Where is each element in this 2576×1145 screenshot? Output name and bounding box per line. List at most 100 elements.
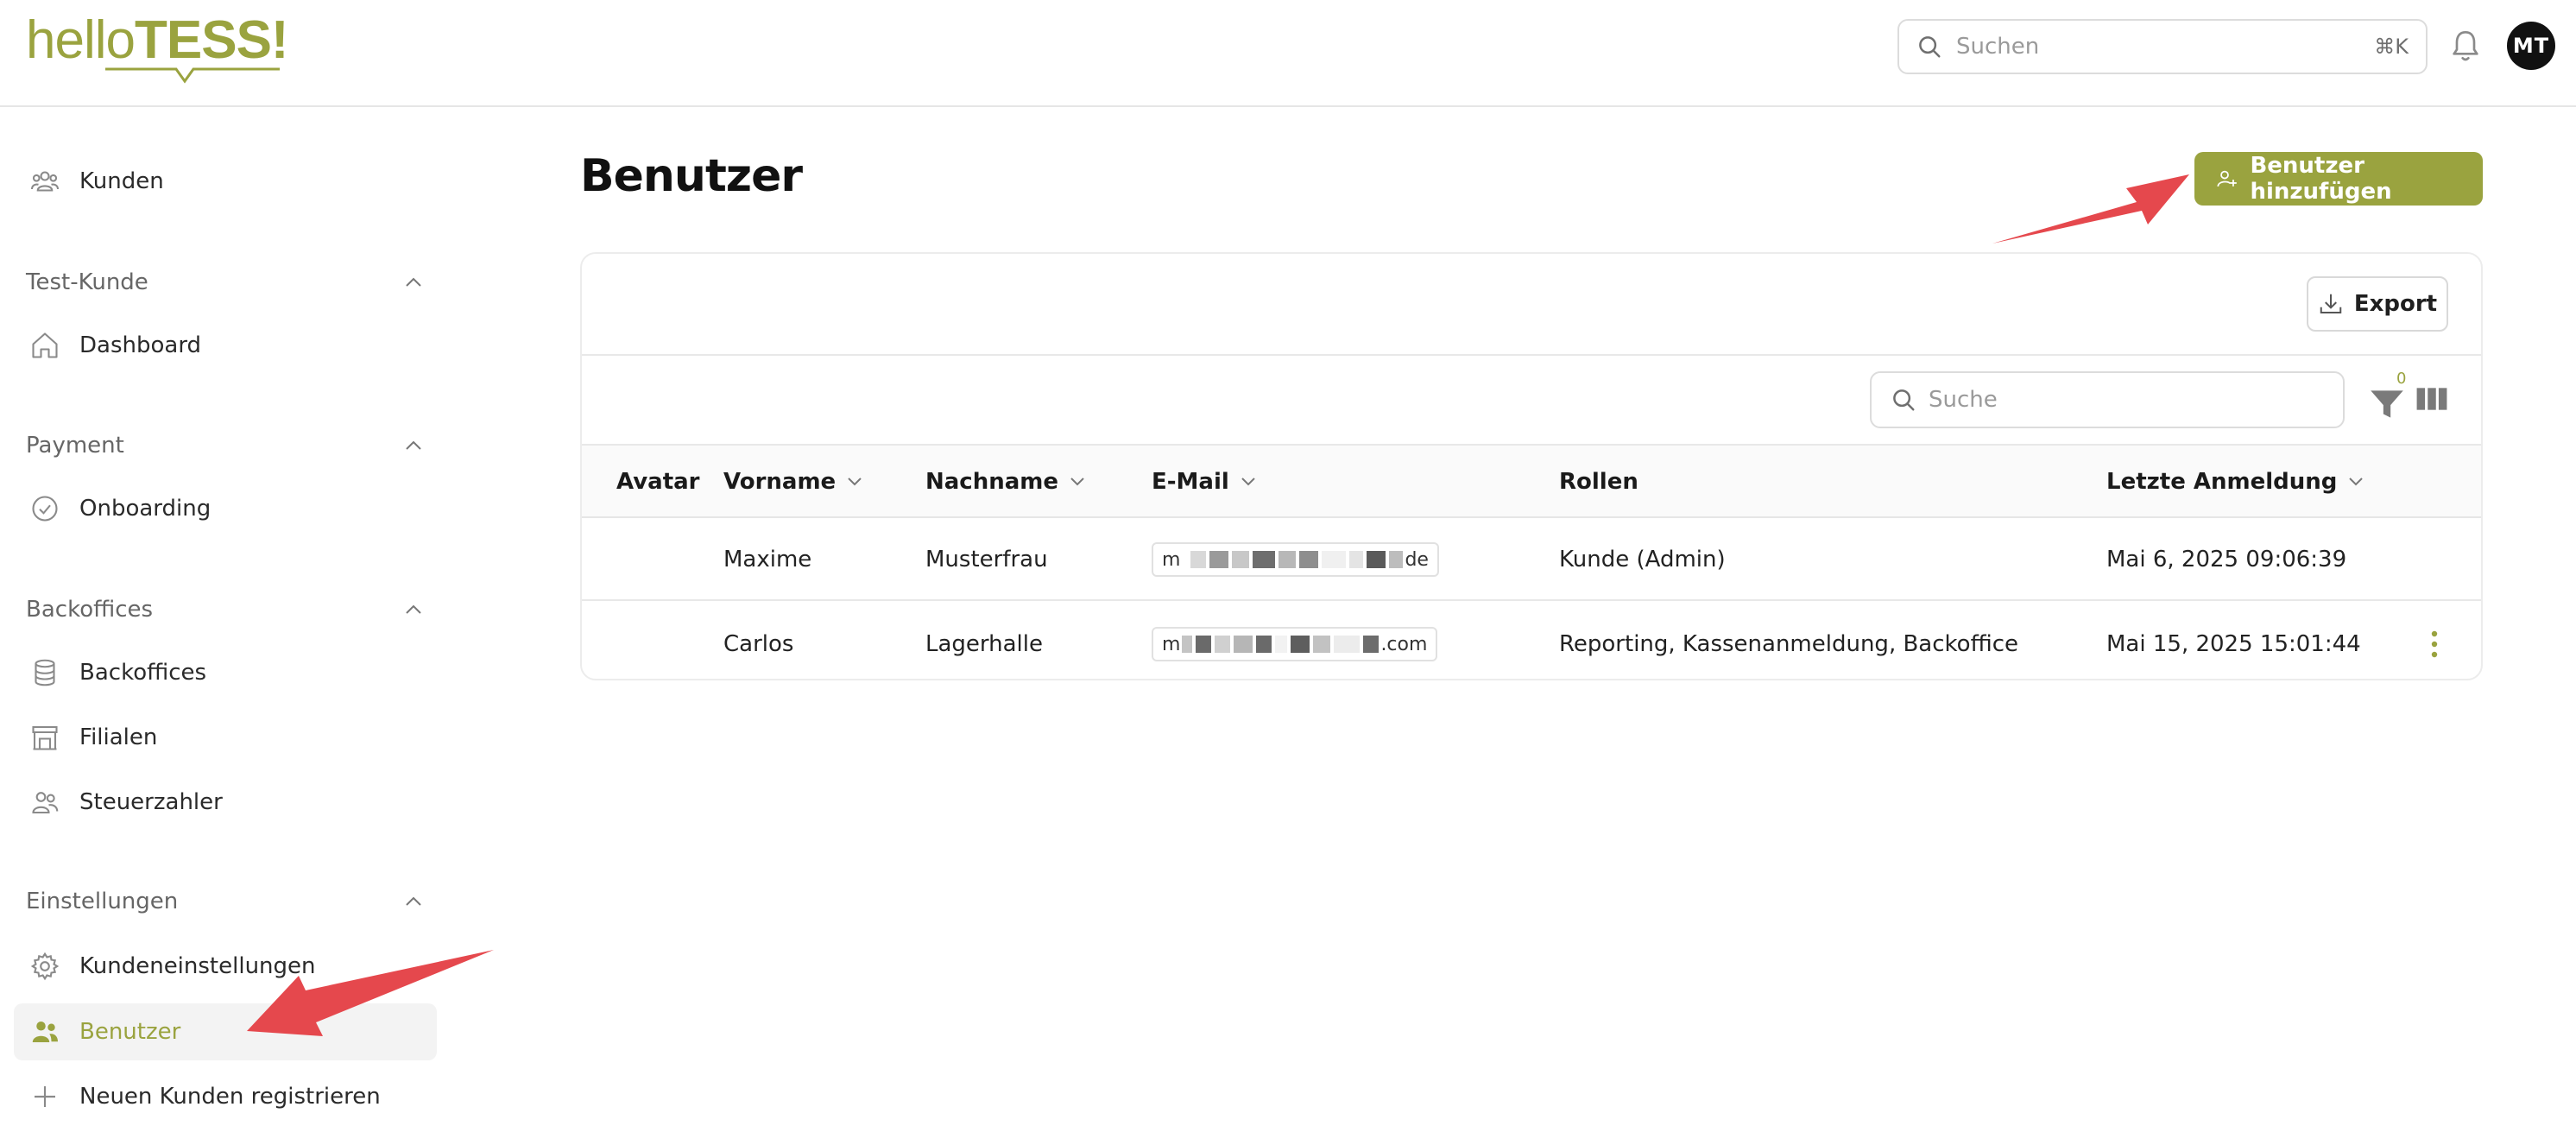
table-toolbar: Export (582, 254, 2481, 356)
chevron-up-icon (406, 604, 421, 614)
email-redaction-blur (1180, 636, 1380, 653)
sidebar-item-backoffices[interactable]: Backoffices (14, 644, 437, 701)
database-icon (28, 655, 62, 690)
more-vertical-icon[interactable] (2426, 627, 2443, 661)
column-header-label: Avatar (616, 469, 700, 495)
search-icon (1893, 389, 1915, 411)
logo-tess-text: TESS! (135, 10, 289, 70)
email-prefix: m (1162, 548, 1181, 571)
users-filled-icon (28, 1015, 62, 1049)
sidebar-item-kundeneinstellungen[interactable]: Kundeneinstellungen (14, 938, 437, 995)
section-title-text: Backoffices (26, 597, 154, 623)
user-plus-icon (2217, 170, 2237, 187)
store-icon (28, 720, 62, 755)
filter-count-badge: 0 (2396, 370, 2407, 388)
cell-email: m .com (1152, 603, 1438, 679)
page-title: Benutzer (580, 150, 803, 202)
export-button[interactable]: Export (2307, 276, 2448, 332)
user-avatar[interactable]: MT (2507, 22, 2555, 70)
annotation-arrow-add-button (1992, 174, 2189, 244)
users-table-card: Export Suche 0 Avatar Vorname Nachname E… (580, 252, 2483, 680)
table-filter-bar: Suche 0 (582, 356, 2481, 446)
sidebar-item-label: Steuerzahler (79, 789, 223, 815)
table-row[interactable]: Maxime Musterfrau m de Kunde (Admin) Mai… (582, 518, 2481, 601)
section-einstellungen[interactable]: Einstellungen (26, 889, 423, 914)
users-icon (28, 785, 62, 819)
column-header-vorname[interactable]: Vorname (723, 446, 863, 518)
add-user-button[interactable]: Benutzer hinzufügen (2194, 152, 2483, 206)
chevron-up-icon (406, 440, 421, 450)
cell-rollen: Reporting, Kassenanmeldung, Backoffice (1559, 631, 2018, 657)
cell-nachname: Musterfrau (925, 547, 1048, 572)
table-search-input[interactable]: Suche (1870, 371, 2345, 428)
cell-rollen: Kunde (Admin) (1559, 547, 1726, 572)
sidebar-item-kunden[interactable]: Kunden (14, 153, 437, 210)
logo-speech-tail (105, 67, 280, 84)
section-title-text: Payment (26, 433, 124, 459)
column-header-label: E-Mail (1152, 469, 1229, 495)
check-circle-icon (28, 491, 62, 526)
sidebar-item-label: Kundeneinstellungen (79, 953, 316, 979)
table-row[interactable]: Carlos Lagerhalle m .com Reporting, Kass… (582, 603, 2481, 679)
sidebar-item-label: Filialen (79, 724, 158, 750)
table-header: Avatar Vorname Nachname E-Mail Rollen Le… (582, 446, 2481, 518)
sidebar-item-label: Kunden (79, 168, 164, 194)
column-header-label: Letzte Anmeldung (2106, 469, 2338, 495)
chevron-up-icon (406, 277, 421, 287)
sidebar-item-onboarding[interactable]: Onboarding (14, 480, 437, 537)
sidebar-item-label: Benutzer (79, 1019, 181, 1045)
chevron-down-icon (2349, 478, 2364, 486)
section-payment[interactable]: Payment (26, 433, 423, 459)
email-redacted: m .com (1152, 627, 1438, 661)
download-icon (2320, 294, 2342, 313)
global-search-placeholder: Suchen (1956, 34, 2040, 60)
top-header: hello TESS! Suchen ⌘K MT (0, 0, 2576, 107)
search-icon (1919, 36, 1941, 58)
section-backoffices[interactable]: Backoffices (26, 597, 423, 623)
logo-hello-text: hello (26, 10, 136, 70)
sidebar-item-label: Neuen Kunden registrieren (79, 1084, 381, 1110)
column-header-email[interactable]: E-Mail (1152, 446, 1257, 518)
sidebar-item-label: Onboarding (79, 496, 212, 522)
column-header-rollen: Rollen (1559, 446, 1638, 518)
email-suffix: .com (1380, 633, 1428, 655)
add-user-button-label: Benutzer hinzufügen (2250, 153, 2392, 205)
email-prefix: m (1162, 633, 1181, 655)
column-header-nachname[interactable]: Nachname (925, 446, 1086, 518)
email-redacted: m de (1152, 542, 1439, 577)
filter-icon[interactable] (2365, 382, 2409, 425)
bell-icon[interactable] (2448, 28, 2483, 66)
plus-icon (28, 1079, 62, 1114)
cell-vorname: Maxime (723, 547, 812, 572)
email-suffix: de (1405, 548, 1429, 571)
sidebar-item-neuen-kunden-registrieren[interactable]: Neuen Kunden registrieren (14, 1068, 437, 1125)
sidebar-item-label: Dashboard (79, 332, 202, 358)
column-header-label: Rollen (1559, 469, 1638, 495)
chevron-down-icon (1241, 478, 1255, 486)
sidebar-item-steuerzahler[interactable]: Steuerzahler (14, 774, 437, 831)
sidebar-item-benutzer[interactable]: Benutzer (14, 1003, 437, 1060)
cell-nachname: Lagerhalle (925, 631, 1044, 657)
sidebar-item-dashboard[interactable]: Dashboard (14, 317, 437, 374)
cell-email: m de (1152, 518, 1439, 601)
column-header-avatar: Avatar (616, 446, 699, 518)
hellotess-logo[interactable]: hello TESS! (26, 10, 289, 84)
sidebar: Kunden Test-Kunde Dashboard Payment Onbo… (0, 109, 449, 1145)
cell-vorname: Carlos (723, 631, 794, 657)
section-test-kunde[interactable]: Test-Kunde (26, 269, 423, 295)
sidebar-item-label: Backoffices (79, 660, 207, 686)
export-button-label: Export (2353, 291, 2438, 317)
email-redaction-blur (1189, 551, 1405, 568)
column-header-label: Vorname (723, 469, 837, 495)
users-icon (28, 164, 62, 199)
cell-letzte-anmeldung: Mai 15, 2025 15:01:44 (2106, 631, 2361, 657)
chevron-up-icon (406, 896, 421, 906)
columns-icon[interactable] (2415, 385, 2448, 413)
search-shortcut: ⌘K (2374, 35, 2409, 59)
section-title-text: Test-Kunde (26, 269, 148, 295)
chevron-down-icon (848, 478, 862, 486)
global-search-input[interactable]: Suchen ⌘K (1897, 19, 2428, 74)
sidebar-item-filialen[interactable]: Filialen (14, 709, 437, 766)
column-header-letzte-anmeldung[interactable]: Letzte Anmeldung (2106, 446, 2364, 518)
table-search-placeholder: Suche (1929, 387, 1998, 413)
